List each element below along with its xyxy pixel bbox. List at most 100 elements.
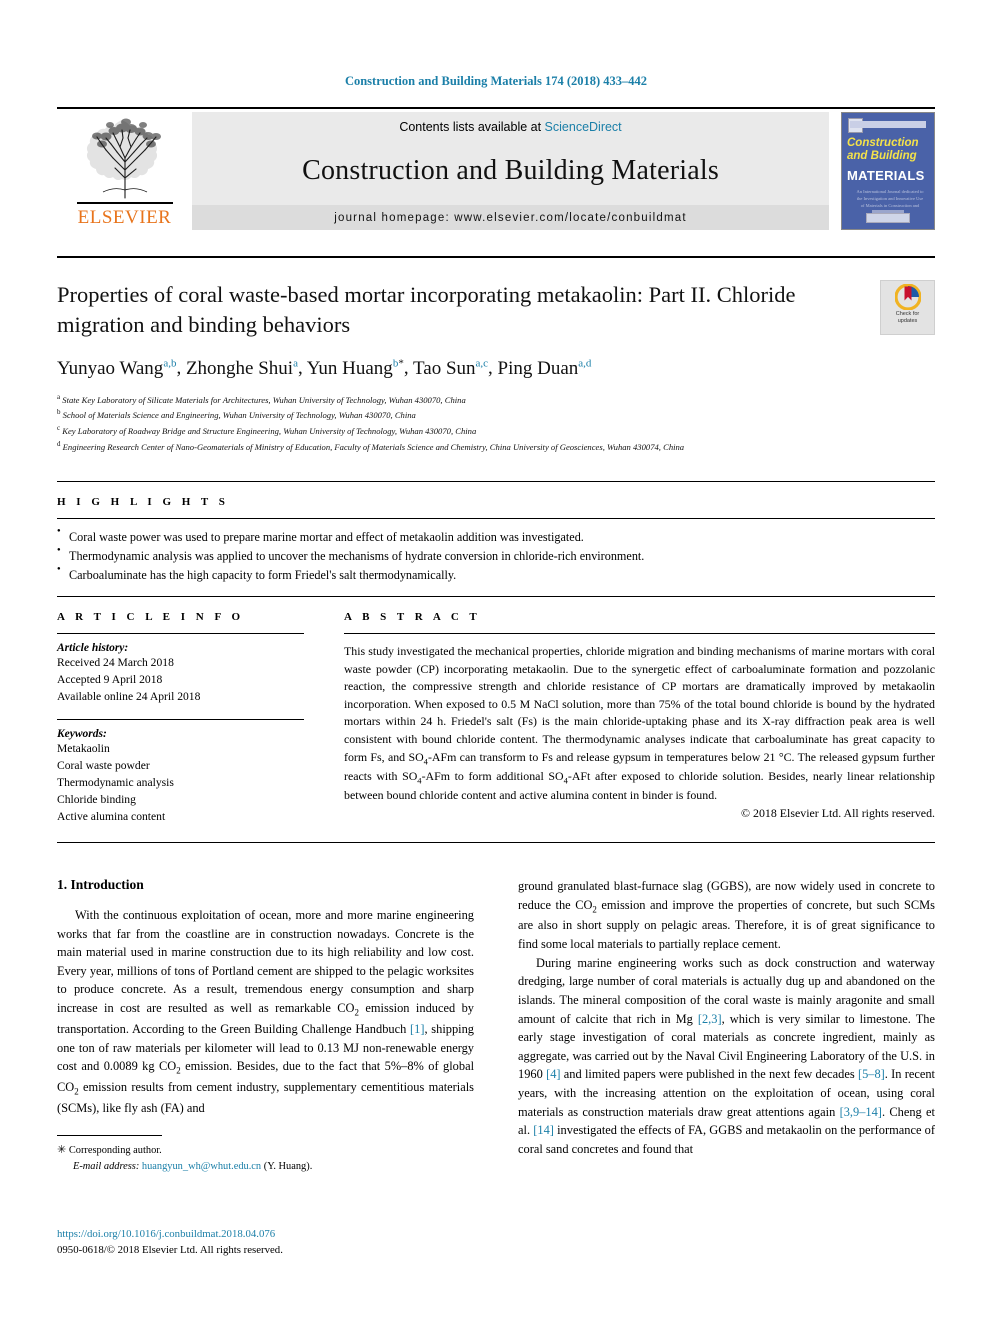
keyword-item: Active alumina content: [57, 810, 166, 824]
keyword-item: Metakaolin: [57, 742, 110, 756]
elsevier-divider: [76, 202, 173, 204]
affiliation-a-text: State Key Laboratory of Silicate Materia…: [62, 394, 466, 405]
journal-masthead: ELSEVIER Contents lists available at Sci…: [57, 107, 935, 230]
body-paragraph: During marine engineering works such as …: [518, 955, 935, 1156]
affiliation-b: b School of Materials Science and Engine…: [57, 407, 935, 423]
elsevier-logo: ELSEVIER: [57, 112, 192, 230]
body-right-column: ground granulated blast-furnace slag (GG…: [518, 877, 935, 1175]
journal-cover-thumbnail[interactable]: Construction and Building MATERIALS An I…: [841, 112, 935, 230]
abstract-heading: A B S T R A C T: [344, 611, 481, 623]
running-head: Construction and Building Materials 174 …: [344, 74, 648, 88]
affiliation-d-text: Engineering Research Center of Nano-Geom…: [62, 441, 685, 452]
author-4-sup: a,c: [475, 357, 489, 370]
citation-link[interactable]: [1]: [410, 1022, 424, 1036]
article-info-heading: A R T I C L E I N F O: [57, 611, 245, 623]
author-2-name: Zhonghe Shui: [185, 357, 294, 379]
author-4[interactable]: Tao Suna,c: [412, 357, 489, 379]
crossmark-badge[interactable]: Check for updates: [880, 280, 935, 335]
abstract-text: This study investigated the mechanical p…: [344, 644, 935, 802]
journal-article-page: Construction and Building Materials 174 …: [0, 0, 992, 1323]
citation-link[interactable]: [3,9–14]: [840, 1105, 882, 1119]
body-left-column: 1. Introduction With the continuous expl…: [57, 877, 474, 1175]
keyword-item: Coral waste powder: [57, 759, 150, 773]
abstract-divider: [344, 633, 935, 634]
affiliation-c: c Key Laboratory of Roadway Bridge and S…: [57, 423, 935, 439]
affiliation-a: a State Key Laboratory of Silicate Mater…: [57, 392, 935, 408]
contents-prefix: Contents lists available at: [399, 120, 545, 134]
email-label: E-mail address:: [73, 1161, 140, 1173]
citation-link[interactable]: [4]: [546, 1067, 560, 1081]
author-sep-2: ,: [297, 357, 307, 379]
journal-homepage-bar: journal homepage: www.elsevier.com/locat…: [192, 205, 829, 230]
author-sep-4: ,: [488, 357, 498, 379]
crossmark-label: Check for updates: [896, 311, 920, 325]
affiliation-d-label: d: [57, 440, 61, 449]
contents-available-line: Contents lists available at ScienceDirec…: [399, 120, 621, 134]
journal-title: Construction and Building Materials: [302, 155, 719, 186]
abstract-column: A B S T R A C T This study investigated …: [344, 611, 935, 825]
affiliation-d: d Engineering Research Center of Nano-Ge…: [57, 439, 935, 455]
highlights-list: Coral waste power was used to prepare ma…: [57, 527, 935, 585]
cover-top-band: [850, 121, 926, 128]
abstract-copyright: © 2018 Elsevier Ltd. All rights reserved…: [741, 806, 935, 821]
footer-block: https://doi.org/10.1016/j.conbuildmat.20…: [57, 1227, 283, 1259]
affiliation-b-text: School of Materials Science and Engineer…: [62, 410, 416, 421]
masthead-center: Contents lists available at ScienceDirec…: [192, 112, 829, 230]
column-gap: [304, 611, 344, 825]
author-1-sup: a,b: [163, 357, 177, 370]
affiliation-b-label: b: [57, 408, 61, 417]
affiliation-c-text: Key Laboratory of Roadway Bridge and Str…: [62, 426, 477, 437]
author-list: Yunyao Wanga,b, Zhonghe Shuia, Yun Huang…: [57, 357, 935, 379]
doi-link[interactable]: https://doi.org/10.1016/j.conbuildmat.20…: [57, 1227, 283, 1243]
corresponding-author-label: Corresponding author.: [68, 1145, 162, 1157]
keyword-item: Thermodynamic analysis: [57, 776, 174, 790]
author-2[interactable]: Zhonghe Shuia: [185, 357, 298, 379]
body-paragraph: ground granulated blast-furnace slag (GG…: [518, 879, 935, 952]
article-history-label: Article history:: [57, 642, 129, 654]
author-3-name: Yun Huang: [306, 357, 393, 379]
author-5[interactable]: Ping Duana,d: [498, 357, 592, 378]
affiliation-c-label: c: [57, 424, 61, 433]
author-sep-3: ,: [403, 357, 413, 379]
keywords-label: Keywords:: [57, 728, 107, 741]
footnote-divider: [57, 1135, 162, 1137]
article-history-item: Received 24 March 2018: [57, 656, 174, 669]
crossmark-icon: [894, 284, 921, 310]
affiliation-list: a State Key Laboratory of Silicate Mater…: [57, 392, 935, 455]
highlight-item: Carboaluminate has the high capacity to …: [57, 565, 935, 585]
citation-link[interactable]: [2,3]: [698, 1012, 722, 1026]
affiliation-a-label: a: [57, 392, 61, 401]
email-suffix: (Y. Huang).: [263, 1161, 313, 1173]
journal-homepage-url[interactable]: journal homepage: www.elsevier.com/locat…: [334, 212, 687, 224]
page-title: Properties of coral waste-based mortar i…: [57, 282, 796, 337]
body-section: 1. Introduction With the continuous expl…: [57, 842, 935, 1175]
keyword-item: Chloride binding: [57, 793, 136, 807]
author-sep-1: ,: [176, 357, 186, 379]
cover-footer-box: [866, 213, 910, 223]
body-paragraph: With the continuous exploitation of ocea…: [57, 908, 475, 1115]
cover-title-line1: Construction and Building: [847, 137, 931, 163]
highlight-item: Coral waste power was used to prepare ma…: [57, 527, 935, 547]
highlights-section: H I G H L I G H T S Coral waste power wa…: [57, 481, 935, 585]
cover-line3: MATERIALS: [847, 168, 925, 183]
article-info-column: A R T I C L E I N F O Article history: R…: [57, 611, 304, 825]
author-1[interactable]: Yunyao Wanga,b: [57, 357, 177, 379]
info-abstract-section: A R T I C L E I N F O Article history: R…: [57, 596, 935, 825]
highlights-heading: H I G H L I G H T S: [57, 496, 229, 508]
sciencedirect-link[interactable]: ScienceDirect: [545, 120, 622, 134]
author-5-sup: a,d: [578, 357, 592, 370]
keywords-divider: [57, 719, 304, 721]
highlights-divider: [57, 518, 935, 519]
author-3[interactable]: Yun Huangb*: [306, 357, 404, 379]
citation-link[interactable]: [14]: [533, 1123, 554, 1137]
email-note: E-mail address: huangyun_wh@whut.edu.cn …: [57, 1159, 474, 1175]
article-history-item: Accepted 9 April 2018: [57, 673, 163, 687]
citation-link[interactable]: [5–8]: [858, 1067, 885, 1081]
asterisk-icon: ✳: [57, 1144, 67, 1157]
email-link[interactable]: huangyun_wh@whut.edu.cn: [142, 1161, 261, 1172]
author-1-name: Yunyao Wang: [57, 357, 164, 379]
article-info-divider: [57, 633, 304, 634]
author-4-name: Tao Sun: [412, 357, 476, 379]
title-block: Properties of coral waste-based mortar i…: [57, 256, 935, 455]
elsevier-wordmark: ELSEVIER: [77, 207, 172, 228]
